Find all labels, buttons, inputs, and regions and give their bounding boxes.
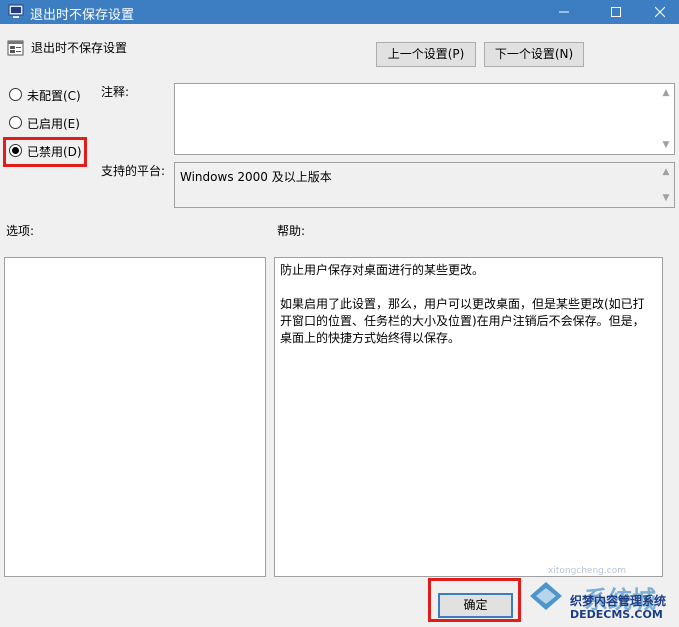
radio-circle[interactable] [9,88,22,101]
help-pane: 防止用户保存对桌面进行的某些更改。 如果启用了此设置，那么，用户可以更改桌面，但… [274,257,663,577]
comment-textarea[interactable]: ▲ ▼ [174,83,675,155]
scroll-down-icon[interactable]: ▼ [659,140,673,150]
options-label: 选项: [6,224,35,238]
close-button[interactable] [637,0,679,24]
scroll-up-icon[interactable]: ▲ [659,167,673,177]
maximize-button[interactable] [593,0,639,24]
window-title: 退出时不保存设置 [30,8,135,23]
comment-label: 注释: [101,85,130,99]
red-highlight-box [428,578,521,622]
previous-setting-button[interactable]: 上一个设置(P) [376,42,476,67]
watermark-logo [530,582,562,610]
watermark: 系统城 织梦内容管理系统 DEDECMS.COM [526,578,679,627]
help-text: 如果启用了此设置，那么，用户可以更改桌面，但是某些更改(如已打开窗口的位置、任务… [280,297,645,345]
next-setting-button[interactable]: 下一个设置(N) [484,42,584,67]
watermark-domain: DEDECMS.COM [570,608,663,621]
app-icon [8,4,24,18]
options-pane [4,257,266,577]
scroll-down-icon[interactable]: ▼ [659,193,673,203]
radio-label: 已启用(E) [27,117,80,131]
minimize-button[interactable] [541,0,587,24]
supported-platform-field: Windows 2000 及以上版本 ▲ ▼ [174,162,675,208]
scroll-up-icon[interactable]: ▲ [659,88,673,98]
radio-circle[interactable] [9,116,22,129]
maximize-icon [611,7,621,17]
radio-enabled[interactable]: 已启用(E) [9,114,94,132]
supported-platform-label: 支持的平台: [101,164,166,178]
help-text: 防止用户保存对桌面进行的某些更改。 [280,263,485,277]
red-highlight-box [3,137,87,167]
close-icon [654,6,666,18]
policy-title: 退出时不保存设置 [31,41,128,55]
radio-label: 未配置(C) [27,89,81,103]
supported-platform-value: Windows 2000 及以上版本 [180,170,332,184]
radio-not-configured[interactable]: 未配置(C) [9,86,94,104]
help-label: 帮助: [277,224,306,238]
watermark-site-name: 织梦内容管理系统 [570,594,667,608]
watermark-small-text: xitongcheng.com [548,566,626,576]
policy-setting-icon [7,40,24,56]
title-bar: 退出时不保存设置 [0,0,679,24]
minimize-icon [559,11,569,13]
